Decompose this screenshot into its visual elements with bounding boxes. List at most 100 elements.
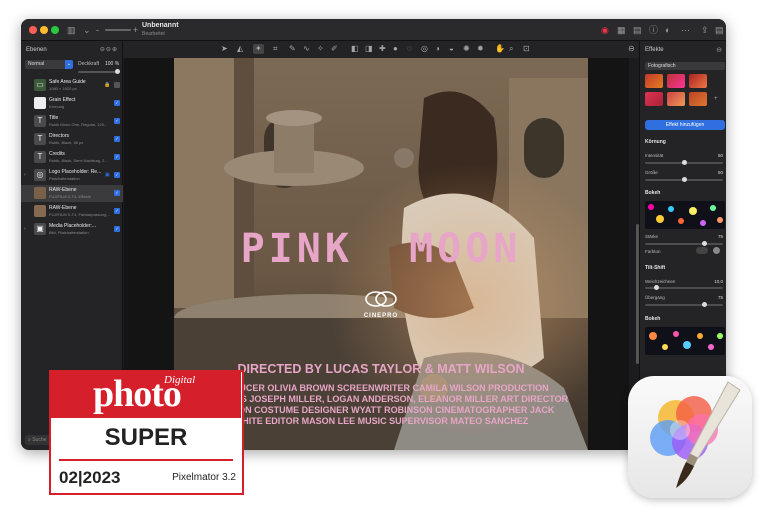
zoom-tool-icon[interactable]: ⌕ bbox=[509, 44, 513, 54]
layer-item[interactable]: › ▣ Media Placeholder:... Bild, Platzhal… bbox=[21, 221, 123, 238]
layer-info: FUJIFILM X-T4, Effekte bbox=[49, 194, 91, 199]
chevron-down-icon[interactable]: ⌄ bbox=[83, 24, 91, 36]
effect-preset[interactable] bbox=[689, 74, 707, 88]
layer-item[interactable]: RAW-Ebene FUJIFILM X-T4, Farbanpassung..… bbox=[21, 203, 123, 220]
burn-tool-icon[interactable]: ◒ bbox=[449, 44, 454, 54]
record-icon[interactable]: ◉ bbox=[601, 24, 609, 36]
strength-slider[interactable] bbox=[645, 243, 723, 245]
color-wheel-icon[interactable] bbox=[713, 247, 720, 254]
effect-preset[interactable] bbox=[689, 92, 707, 106]
sponge-tool-icon[interactable]: ✺ bbox=[463, 44, 470, 54]
layer-item[interactable]: T Credits Rubik, Black, Semi Nachtrag, 2… bbox=[21, 149, 123, 166]
intensity-slider-knob[interactable] bbox=[682, 160, 687, 165]
badge-header: photo Digital bbox=[51, 372, 241, 418]
layers-icon[interactable]: ▤ bbox=[633, 24, 642, 36]
grid-icon[interactable]: ▦ bbox=[617, 24, 626, 36]
zoom-window-button[interactable] bbox=[51, 26, 59, 34]
adjust-icon[interactable]: ◐ bbox=[665, 24, 670, 36]
blur-value[interactable]: 10,0 bbox=[714, 279, 723, 284]
layers-panel-buttons[interactable]: ⊖⊖⊕ bbox=[100, 46, 118, 53]
blur-slider-knob[interactable] bbox=[654, 285, 659, 290]
layer-visibility-checkbox[interactable]: ✓ bbox=[114, 172, 120, 178]
lasso-tool-icon[interactable]: ∿ bbox=[303, 44, 310, 54]
layer-item[interactable]: T Title Rubik Mono One, Regular, 120... … bbox=[21, 113, 123, 130]
layer-item[interactable]: T Directors Rubik, Black, 46 px ✓ bbox=[21, 131, 123, 148]
retouch-tool-icon[interactable]: ✚ bbox=[379, 44, 386, 54]
layer-visibility-checkbox[interactable] bbox=[114, 82, 120, 88]
blend-mode-select[interactable]: Normal ⌄ bbox=[25, 60, 73, 69]
minimize-window-button[interactable] bbox=[40, 26, 48, 34]
strength-slider-knob[interactable] bbox=[702, 241, 707, 246]
layer-visibility-checkbox[interactable]: ✓ bbox=[114, 190, 120, 196]
blur-tool-icon[interactable]: ◌ bbox=[407, 44, 412, 54]
intensity-value[interactable]: 50 bbox=[718, 153, 723, 158]
arrange-tool-icon[interactable]: ➤ bbox=[221, 44, 228, 54]
effect-preset[interactable] bbox=[645, 92, 663, 106]
hand-tool-icon[interactable]: ✋ bbox=[495, 44, 505, 54]
size-value[interactable]: 50 bbox=[718, 170, 723, 175]
logo-text: CINEPRO bbox=[363, 313, 399, 319]
intensity-label: Intensität bbox=[645, 153, 664, 158]
effect-preset[interactable] bbox=[645, 74, 663, 88]
close-window-button[interactable] bbox=[29, 26, 37, 34]
add-icon[interactable]: + bbox=[714, 96, 718, 102]
layer-visibility-checkbox[interactable]: ✓ bbox=[114, 208, 120, 214]
fill-tool-icon[interactable]: ◧ bbox=[351, 44, 359, 54]
transition-slider[interactable] bbox=[645, 304, 723, 306]
layer-info: Rubik, Black, Semi Nachtrag, 2... bbox=[49, 158, 108, 163]
crop-tool-icon[interactable]: ⌗ bbox=[273, 44, 278, 54]
zoom-slider[interactable] bbox=[105, 29, 131, 31]
layer-visibility-checkbox[interactable]: ✓ bbox=[114, 118, 120, 124]
strength-value[interactable]: 75 bbox=[718, 234, 723, 239]
layer-visibility-checkbox[interactable]: ✓ bbox=[114, 136, 120, 142]
select-tool-icon[interactable]: ✦ bbox=[253, 44, 264, 54]
transition-value[interactable]: 75 bbox=[718, 295, 723, 300]
layer-item-selected[interactable]: RAW-Ebene FUJIFILM X-T4, Effekte ✓ bbox=[21, 185, 123, 202]
brush-tool-icon[interactable]: ✐ bbox=[331, 44, 338, 54]
layer-item[interactable]: › ◎ Logo Placeholder: Re... Platzhalters… bbox=[21, 167, 123, 184]
more-options-icon[interactable]: ⊖ bbox=[628, 44, 635, 54]
chevron-right-icon[interactable]: › bbox=[24, 172, 26, 178]
layer-visibility-checkbox[interactable]: ✓ bbox=[114, 154, 120, 160]
clone-tool-icon[interactable]: ● bbox=[393, 44, 398, 54]
sharpen-tool-icon[interactable]: ◎ bbox=[421, 44, 428, 54]
layer-visibility-checkbox[interactable]: ✓ bbox=[114, 226, 120, 232]
opacity-slider-knob[interactable] bbox=[115, 69, 120, 74]
transition-slider-knob[interactable] bbox=[702, 302, 707, 307]
effect-preset[interactable] bbox=[667, 92, 685, 106]
chevron-right-icon[interactable]: › bbox=[24, 226, 26, 232]
link-icon[interactable]: ▣ bbox=[105, 172, 110, 178]
color-toggle[interactable] bbox=[696, 247, 708, 254]
style-tool-icon[interactable]: ◭ bbox=[237, 44, 243, 54]
layer-item[interactable]: ▭ Safe Area Guide 1080 × 1920 px 🔒 bbox=[21, 77, 123, 94]
size-slider-knob[interactable] bbox=[682, 177, 687, 182]
info-icon[interactable]: ⓘ bbox=[649, 24, 658, 36]
pen-tool-icon[interactable]: ✎ bbox=[289, 44, 296, 54]
effects-tool-icon[interactable]: ✹ bbox=[477, 44, 484, 54]
share-icon[interactable]: ⇪ bbox=[701, 24, 709, 36]
bokeh-preview[interactable] bbox=[645, 327, 725, 355]
lock-icon[interactable]: 🔒 bbox=[104, 82, 110, 88]
add-effect-button[interactable]: Effekt hinzufügen bbox=[645, 120, 725, 130]
sidebar-right-icon[interactable]: ▤ bbox=[715, 24, 724, 36]
bokeh-preview[interactable] bbox=[645, 201, 725, 229]
layer-visibility-checkbox[interactable]: ✓ bbox=[114, 100, 120, 106]
dodge-tool-icon[interactable]: ◑ bbox=[435, 44, 440, 54]
effect-category-select[interactable]: Fotografisch bbox=[645, 62, 725, 70]
close-panel-icon[interactable]: ⊖ bbox=[716, 46, 722, 54]
zoom-out-icon[interactable]: - bbox=[96, 24, 99, 36]
opacity-slider[interactable] bbox=[78, 71, 118, 73]
layer-item[interactable]: Grain Effect Körnung ✓ bbox=[21, 95, 123, 112]
more-icon[interactable]: ⋯ bbox=[681, 24, 690, 36]
wand-tool-icon[interactable]: ✧ bbox=[317, 44, 324, 54]
canvas-crop-icon[interactable]: ⊡ bbox=[523, 44, 530, 54]
erase-tool-icon[interactable]: ◨ bbox=[365, 44, 373, 54]
zoom-in-icon[interactable]: + bbox=[133, 24, 138, 36]
sidebar-toggle-icon[interactable]: ▥ bbox=[67, 24, 76, 36]
effect-preset[interactable] bbox=[667, 74, 685, 88]
opacity-value[interactable]: 100 % bbox=[105, 61, 119, 67]
badge-date: 02|2023 bbox=[59, 468, 121, 487]
layer-name: Media Placeholder:... bbox=[49, 223, 96, 229]
layer-thumb bbox=[34, 187, 46, 199]
layer-info: Bild, Platzhalterstation bbox=[49, 230, 89, 235]
